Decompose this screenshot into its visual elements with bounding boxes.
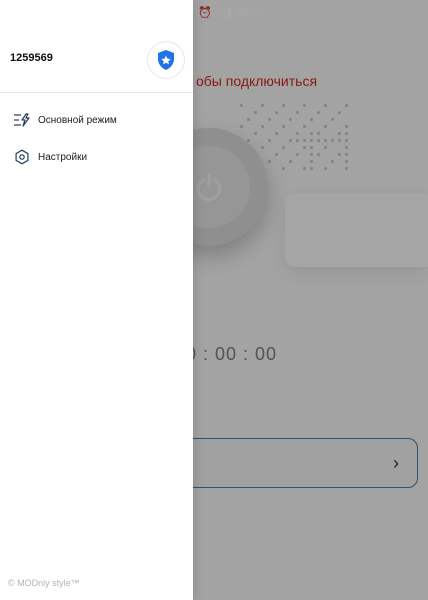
app-footer: © MODniy style™ (8, 578, 80, 588)
shield-star-icon (158, 50, 174, 70)
menu-item-main-mode[interactable]: Основной режим (0, 106, 193, 134)
menu-item-settings[interactable]: Настройки (0, 143, 193, 171)
premium-badge[interactable] (148, 42, 184, 78)
menu-item-label: Настройки (38, 151, 88, 163)
settings-hex-icon (8, 149, 36, 165)
account-id: 1259569 (10, 52, 53, 64)
drawer-header: 1259569 (0, 0, 193, 93)
lightning-mode-icon (8, 113, 36, 127)
menu-item-label: Основной режим (38, 114, 117, 126)
navigation-drawer: 1259569 Основной режим Настройки © MODni… (0, 0, 193, 600)
